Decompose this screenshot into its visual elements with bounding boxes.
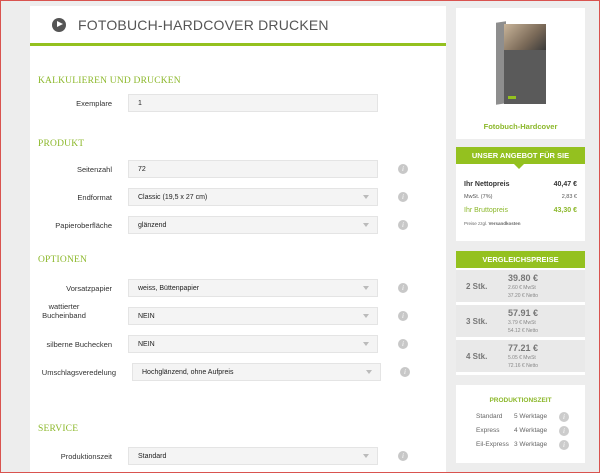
offer-box: UNSER ANGEBOT FÜR SIE Ihr Nettopreis 40,… [456,147,585,241]
info-icon[interactable]: i [398,311,408,321]
produktionszeit-label: Produktionszeit [60,452,112,461]
comparison-price: 77.21 € [508,343,539,353]
vat-label: MwSt. (7%) [464,194,493,200]
info-icon[interactable]: i [559,440,569,450]
gross-price-label: Ihr Bruttopreis [464,207,508,214]
endformat-value: Classic (19,5 x 27 cm) [138,193,208,201]
shipping-link[interactable]: Versandkosten [489,221,521,226]
comparison-vat: 5.05 € MwSt [508,355,536,361]
produktionszeit-value: Standard [138,452,167,460]
production-option-name: Eil-Express [476,441,509,448]
info-icon[interactable]: i [398,164,408,174]
vat-row: MwSt. (7%) 2,83 € [464,194,577,200]
play-icon [52,17,66,32]
papier-label: Papieroberfläche [55,221,112,230]
endformat-label: Endformat [77,193,112,202]
seitenzahl-input[interactable]: 72 [128,160,378,178]
net-price-row: Ihr Nettopreis 40,47 € [464,181,577,188]
comparison-qty: 2 Stk. [466,282,488,291]
vorsatz-select[interactable]: weiss, Büttenpapier [128,279,378,297]
papier-value: glänzend [138,221,167,229]
production-time-title: PRODUKTIONSZEIT [489,397,552,404]
seitenzahl-label: Seitenzahl [76,165,112,174]
info-icon[interactable]: i [398,451,408,461]
book-brand-stripe [508,96,516,99]
comparison-row[interactable]: 4 Stk. 77.21 € 5.05 € MwSt 72.16 € Netto [456,340,585,373]
produktionszeit-select[interactable]: Standard [128,447,378,465]
vat-value: 2,83 € [561,194,577,200]
production-time-box: PRODUKTIONSZEIT Standard 5 Werktage i Ex… [456,385,585,463]
comparison-box: VERGLEICHSPREISE 2 Stk. 39.80 € 2.60 € M… [456,251,585,375]
umschlag-label: Umschlagsveredelung [41,368,116,377]
production-time-row: Express 4 Werktage [476,427,547,434]
wattiert-select[interactable]: NEIN [128,307,378,325]
chevron-down-icon [366,370,372,374]
vorsatz-value: weiss, Büttenpapier [138,284,200,292]
production-option-name: Standard [476,413,503,420]
production-option-days: 5 Werktage [514,413,548,420]
gross-price-row: Ihr Bruttopreis 43,30 € [464,207,577,214]
section-title-product: PRODUKT [38,139,85,149]
production-option-days: 4 Werktage [514,427,548,434]
comparison-price: 57.91 € [508,308,539,318]
info-icon[interactable]: i [559,426,569,436]
chevron-down-icon [363,314,369,318]
chevron-down-icon [363,454,369,458]
buchecken-select[interactable]: NEIN [128,335,378,353]
chevron-down-icon [363,342,369,346]
umschlag-select[interactable]: Hochglänzend, ohne Aufpreis [132,363,381,381]
net-price-label: Ihr Nettopreis [464,181,510,188]
page-title: FOTOBUCH-HARDCOVER DRUCKEN [78,16,329,33]
umschlag-value: Hochglänzend, ohne Aufpreis [142,368,234,376]
comparison-net: 37.20 € Netto [508,293,539,299]
product-name: Fotobuch-Hardcover [483,122,558,131]
buchecken-label: silberne Buchecken [46,340,112,349]
comparison-row[interactable]: 3 Stk. 57.91 € 3.79 € MwSt 54.12 € Netto [456,305,585,338]
comparison-net: 72.16 € Netto [508,363,539,369]
chevron-down-icon [363,286,369,290]
photobook-image [496,21,546,105]
comparison-vat: 2.60 € MwSt [508,285,536,291]
product-card[interactable]: Fotobuch-Hardcover [456,8,585,139]
chevron-down-icon [363,223,369,227]
vorsatz-label: Vorsatzpapier [66,284,112,293]
exemplare-input[interactable]: 1 [128,94,378,112]
comparison-qty: 4 Stk. [466,352,488,361]
info-icon[interactable]: i [400,367,410,377]
info-icon[interactable]: i [559,412,569,422]
endformat-select[interactable]: Classic (19,5 x 27 cm) [128,188,378,206]
wattiert-label: wattierter Bucheinband [42,302,86,320]
production-option-name: Express [476,427,500,434]
production-time-row: Standard 5 Werktage [476,413,547,420]
comparison-title: VERGLEICHSPREISE [456,251,585,268]
comparison-row[interactable]: 2 Stk. 39.80 € 2.60 € MwSt 37.20 € Netto [456,270,585,303]
section-title-options: OPTIONEN [38,255,88,265]
comparison-price: 39.80 € [508,273,539,283]
book-cover-photo [504,24,546,50]
info-icon[interactable]: i [398,220,408,230]
production-time-row: Eil-Express 3 Werktage [476,441,547,448]
info-icon[interactable]: i [398,283,408,293]
gross-price-value: 43,30 € [553,207,577,214]
info-icon[interactable]: i [398,339,408,349]
chevron-down-icon [363,195,369,199]
comparison-net: 54.12 € Netto [508,328,539,334]
papier-select[interactable]: glänzend [128,216,378,234]
shipping-note: Preise zzgl. Versandkosten [464,221,577,226]
buchecken-value: NEIN [138,340,155,348]
comparison-vat: 3.79 € MwSt [508,320,536,326]
shipping-note-text: Preise zzgl. [464,221,488,226]
production-option-days: 3 Werktage [514,441,548,448]
net-price-value: 40,47 € [553,181,577,188]
configurator-panel: FOTOBUCH-HARDCOVER DRUCKEN KALKULIEREN U… [30,6,446,473]
section-title-service: SERVICE [38,424,79,434]
section-title-calc: KALKULIEREN UND DRUCKEN [38,76,181,86]
comparison-qty: 3 Stk. [466,317,488,326]
exemplare-label: Exemplare [76,99,112,108]
offer-title: UNSER ANGEBOT FÜR SIE [456,147,585,169]
info-icon[interactable]: i [398,192,408,202]
wattiert-value: NEIN [138,312,155,320]
page-header: FOTOBUCH-HARDCOVER DRUCKEN [30,6,446,46]
